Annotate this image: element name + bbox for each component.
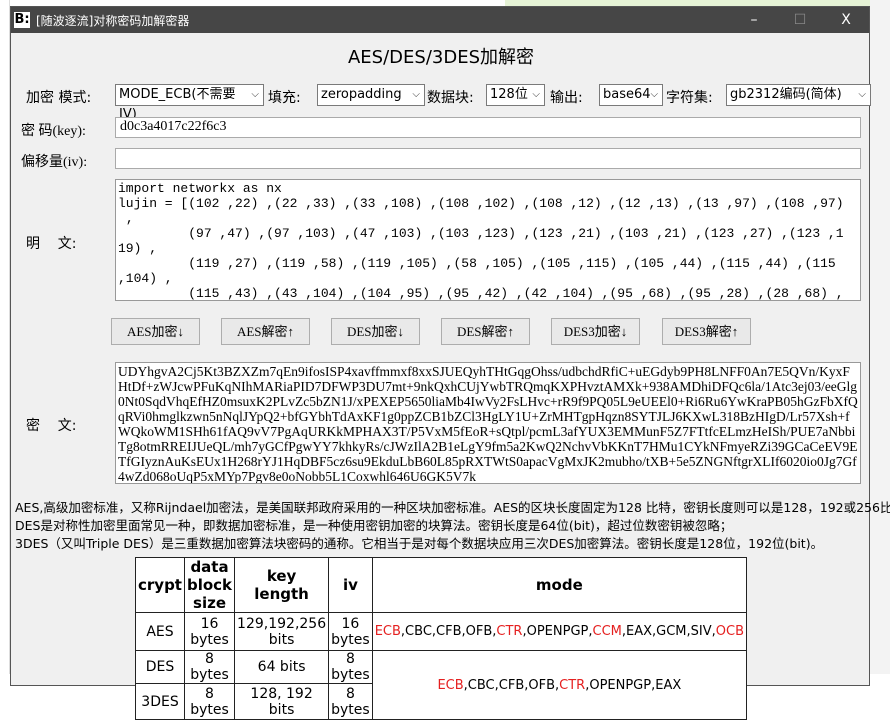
cell-block: 8 bytes (183, 683, 236, 720)
block-value: 128位 (490, 87, 528, 102)
cell-crypt: DES (135, 650, 185, 684)
maximize-button[interactable]: ☐ (777, 12, 823, 28)
mode-ctr: CTR (496, 624, 523, 639)
background-editor (0, 0, 10, 674)
padding-select[interactable]: zeropadding ⌵ (317, 84, 425, 106)
mode-text: ,EAX,GCM,SIV, (621, 624, 716, 639)
output-select[interactable]: base64 ⌵ (599, 84, 663, 106)
mode-text: ,OPENPGP,EAX (585, 677, 682, 693)
padding-value: zeropadding (321, 87, 402, 102)
mode-text: ,CBC,CFB,OFB, (463, 677, 560, 693)
title-bar: B: [随波逐流]对称密码加解密器 – ☐ X (11, 7, 869, 33)
cipher-info-table: crypt data block size key length iv mode… (135, 557, 748, 720)
mode-ecb: ECB (374, 624, 401, 639)
mode-ctr: CTR (559, 677, 586, 693)
cell-key: 64 bits (234, 650, 330, 684)
cell-crypt: 3DES (135, 683, 185, 720)
header-iv: iv (328, 557, 373, 613)
chevron-down-icon: ⌵ (532, 89, 540, 100)
cell-mode: ECB,CBC,CFB,OFB,CTR,OPENPGP,CCM,EAX,GCM,… (371, 612, 748, 651)
mode-label: 加密 模式: (26, 90, 92, 106)
charset-label: 字符集: (666, 90, 713, 106)
key-label: 密 码(key): (21, 124, 86, 139)
header-crypt: crypt (135, 557, 185, 613)
charset-select[interactable]: gb2312编码(简体) ⌵ (726, 84, 871, 106)
page-title: AES/DES/3DES加解密 (347, 47, 534, 68)
window-title: [随波逐流]对称密码加解密器 (36, 13, 190, 28)
cell-iv: 16 bytes (328, 612, 373, 651)
chevron-down-icon: ⌵ (251, 89, 259, 100)
cell-mode: ECB,CBC,CFB,OFB,CTR,OPENPGP,EAX (371, 650, 748, 720)
cipher-tool-window: B: [随波逐流]对称密码加解密器 – ☐ X AES/DES/3DES加解密 … (10, 6, 890, 720)
des-decrypt-button[interactable]: DES解密↑ (441, 318, 530, 345)
cell-iv: 8 bytes (328, 683, 373, 720)
output-label: 输出: (550, 90, 583, 106)
cell-key: 129,192,256 bits (234, 612, 330, 651)
ciphertext-textarea[interactable]: UDYhgvA2Cj5Kt3BZXZm7qEn9ifosISP4xavffmmx… (115, 362, 861, 484)
padding-label: 填充: (268, 90, 301, 106)
table-header-row: crypt data block size key length iv mode (135, 557, 748, 613)
mode-value: MODE_ECB(不需要IV) (119, 87, 236, 122)
close-button[interactable]: X (823, 12, 869, 28)
block-select[interactable]: 128位 ⌵ (486, 84, 545, 106)
cell-key: 128, 192 bits (234, 683, 330, 720)
mode-ocb: OCB (715, 624, 744, 639)
aes-decrypt-button[interactable]: AES解密↑ (221, 318, 310, 345)
header-mode: mode (371, 557, 748, 613)
aes-encrypt-button[interactable]: AES加密↓ (111, 318, 200, 345)
plaintext-label: 明 文: (26, 236, 77, 252)
cell-block: 16 bytes (183, 612, 236, 651)
table-row: AES 16 bytes 129,192,256 bits 16 bytes E… (135, 612, 748, 651)
background-window-edge (870, 0, 890, 674)
minimize-button[interactable]: – (731, 12, 777, 28)
mode-ccm: CCM (592, 624, 622, 639)
chevron-down-icon: ⌵ (650, 89, 659, 100)
iv-label: 偏移量(iv): (21, 155, 88, 170)
description-des: DES是对称性加密里面常见一种，即数据加密标准，是一种使用密钥加密的块算法。密钥… (15, 518, 733, 533)
chevron-down-icon: ⌵ (858, 89, 866, 100)
mode-ecb: ECB (437, 677, 464, 693)
header-key-length: key length (234, 557, 330, 613)
output-value: base64 (603, 87, 651, 102)
des-encrypt-button[interactable]: DES加密↓ (331, 318, 420, 345)
mode-select[interactable]: MODE_ECB(不需要IV) ⌵ (115, 84, 264, 122)
cell-block: 8 bytes (183, 650, 236, 684)
des3-decrypt-button[interactable]: DES3解密↑ (662, 318, 751, 345)
app-icon: B: (14, 12, 30, 28)
description-3des: 3DES（又叫Triple DES）是三重数据加密算法块密码的通称。它相当于是对… (15, 536, 824, 551)
charset-value: gb2312编码(简体) (730, 87, 842, 102)
block-label: 数据块: (427, 90, 474, 106)
chevron-down-icon: ⌵ (412, 89, 420, 100)
table-row: DES 8 bytes 64 bits 8 bytes ECB,CBC,CFB,… (135, 650, 748, 720)
plaintext-textarea[interactable]: import networkx as nx lujin = [(102 ,22)… (115, 179, 861, 301)
mode-text: ,CBC,CFB,OFB, (400, 624, 497, 639)
cell-iv: 8 bytes (328, 650, 373, 684)
ciphertext-label: 密 文: (26, 418, 77, 434)
des3-encrypt-button[interactable]: DES3加密↓ (551, 318, 640, 345)
cell-crypt: AES (135, 612, 185, 651)
header-block-size: data block size (183, 557, 236, 613)
mode-text: ,OPENPGP, (522, 624, 593, 639)
description-aes: AES,高级加密标准，又称Rijndael加密法，是美国联邦政府采用的一种区块加… (15, 500, 890, 515)
iv-input[interactable] (115, 148, 861, 169)
key-input[interactable]: d0c3a4017c22f6c3 (115, 117, 861, 138)
